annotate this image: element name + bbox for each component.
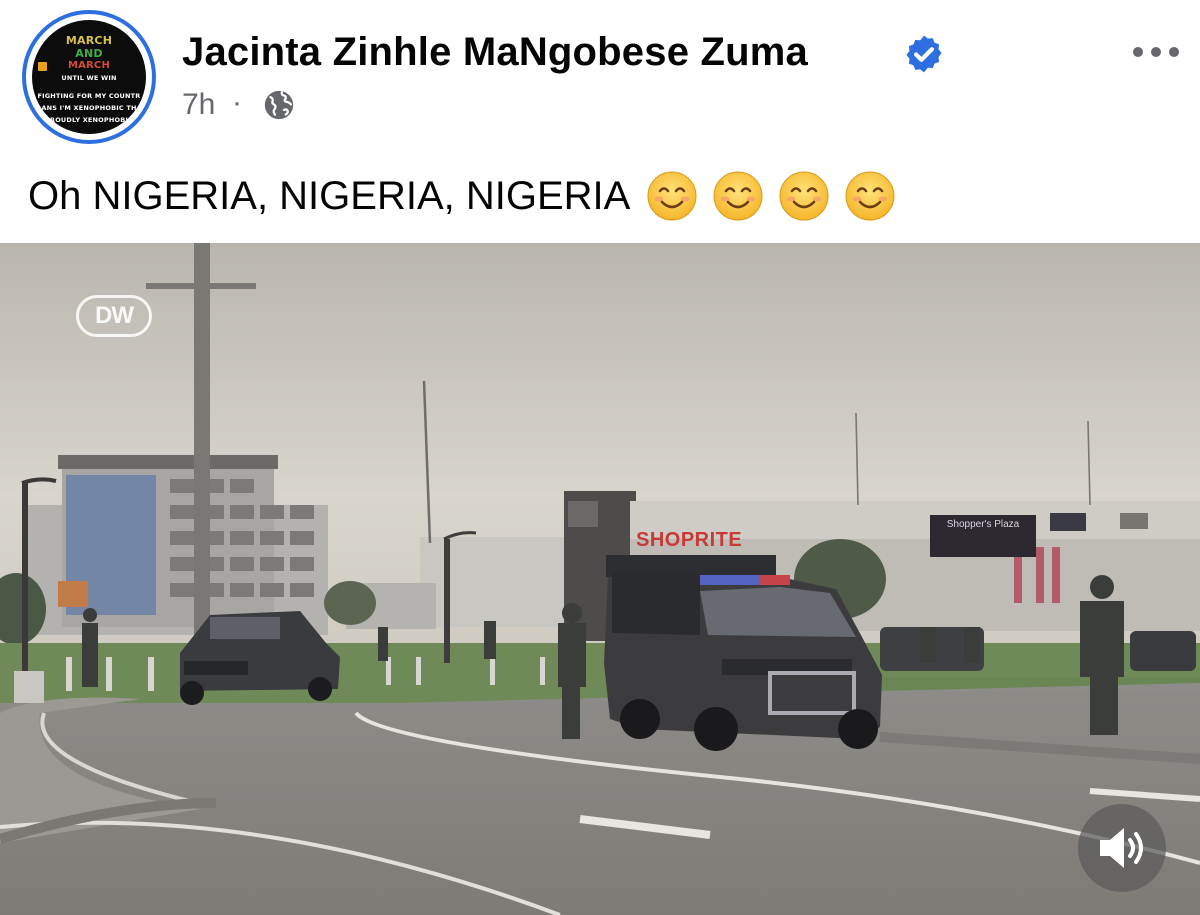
smiling-face-emoji-icon — [647, 171, 697, 221]
smiling-face-emoji-icon — [845, 171, 895, 221]
post-message-text: Oh NIGERIA, NIGERIA, NIGERIA — [28, 173, 631, 218]
avatar-text: UNTIL WE WIN — [61, 74, 117, 82]
avatar-text: MARCH — [65, 34, 113, 47]
speaker-icon — [1100, 828, 1143, 868]
more-options-icon[interactable] — [1128, 40, 1184, 64]
avatar-text: MARCH — [67, 60, 111, 71]
smiling-face-emoji-icon — [713, 171, 763, 221]
shoprite-sign: SHOPRITE — [636, 529, 743, 551]
video-frame — [0, 243, 1200, 915]
meta-separator: · — [232, 86, 242, 119]
post-timestamp[interactable]: 7h — [182, 88, 215, 122]
avatar-text: ROUDLY XENOPHOBI — [49, 116, 129, 124]
emoji-row — [646, 170, 896, 222]
smiling-face-emoji-icon — [779, 171, 829, 221]
author-name[interactable]: Jacinta Zinhle MaNgobese Zuma — [182, 30, 808, 75]
avatar-text: ANS I'M XENOPHOBIC TH — [41, 104, 137, 112]
post-message: Oh NIGERIA, NIGERIA, NIGERIA — [28, 170, 896, 222]
avatar-text: FIGHTING FOR MY COUNTR — [37, 92, 141, 100]
video-player[interactable]: DW SHOPRITE Shopper's Plaza — [0, 243, 1200, 915]
sound-toggle-button[interactable] — [1078, 804, 1166, 892]
globe-icon[interactable] — [262, 88, 296, 122]
avatar-image: MARCH AND MARCH UNTIL WE WIN FIGHTING FO… — [32, 20, 146, 134]
verified-badge-icon — [906, 35, 942, 73]
avatar[interactable]: MARCH AND MARCH UNTIL WE WIN FIGHTING FO… — [22, 10, 156, 144]
post-header: MARCH AND MARCH UNTIL WE WIN FIGHTING FO… — [0, 0, 1200, 160]
store-sign: Shopper's Plaza — [930, 515, 1036, 557]
dw-watermark-logo: DW — [76, 295, 152, 337]
avatar-text: AND — [75, 47, 103, 60]
